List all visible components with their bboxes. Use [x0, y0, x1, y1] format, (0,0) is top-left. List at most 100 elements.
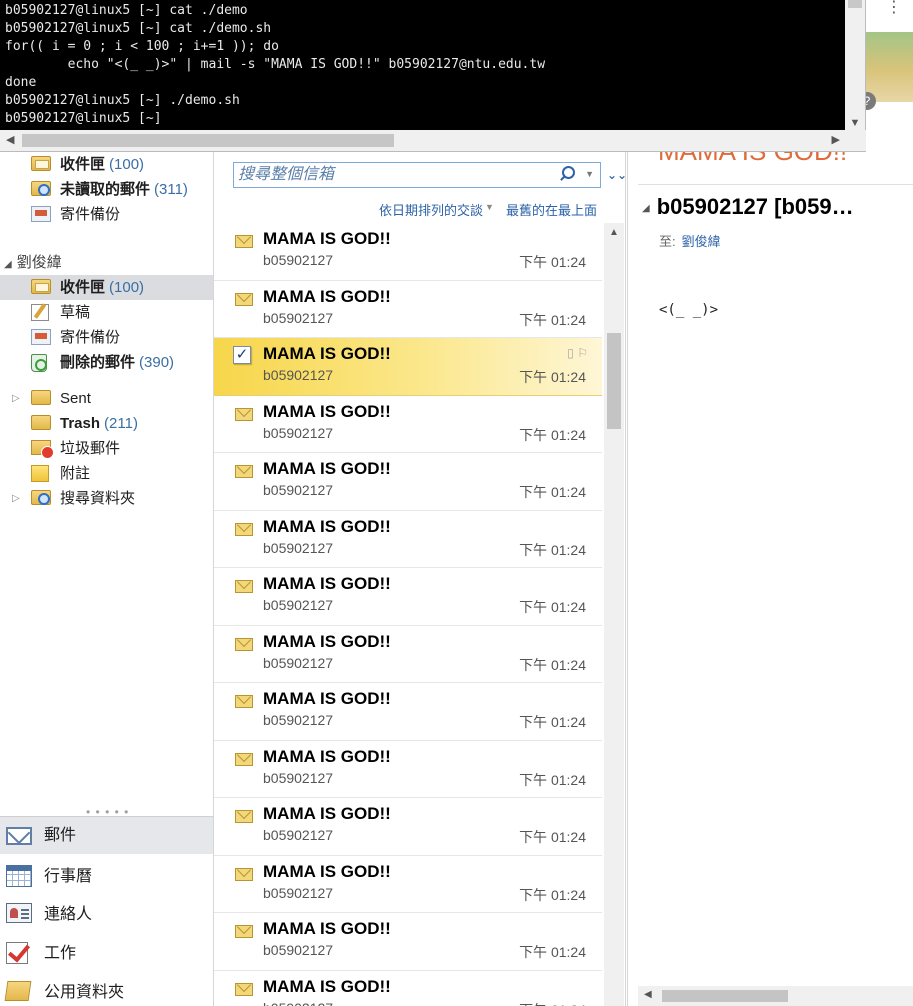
message-row[interactable]: MAMA IS GOD!! b05902127 下午 01:24 — [214, 626, 602, 683]
message-row[interactable]: MAMA IS GOD!! b05902127 下午 01:24 — [214, 223, 602, 281]
search-folder-icon — [31, 490, 51, 507]
expand-arrow-icon[interactable]: ▷ — [12, 386, 20, 411]
folder-label: 垃圾郵件 — [60, 436, 124, 461]
envelope-icon — [235, 580, 253, 593]
search-input[interactable] — [238, 165, 538, 185]
nav-button[interactable]: 工作 — [0, 935, 213, 973]
folder-item[interactable]: 草稿 — [0, 300, 213, 325]
folder-name: 刪除的郵件 — [60, 354, 136, 371]
message-row[interactable]: MAMA IS GOD!! b05902127 下午 01:24 — [214, 971, 602, 1006]
folder-item[interactable]: 垃圾郵件 — [0, 436, 213, 461]
folder-item[interactable]: 收件匣 (100) — [0, 152, 213, 177]
message-sender: b05902127 — [263, 827, 334, 843]
nav-button[interactable]: 行事曆 — [0, 858, 213, 896]
more-options-icon[interactable]: ⋮ — [886, 0, 902, 16]
folder-item[interactable]: ▷ Sent — [0, 386, 213, 411]
folder-item[interactable]: Trash (211) — [0, 411, 213, 436]
message-sender: b05902127 — [263, 1000, 333, 1006]
mail-icon — [6, 824, 32, 848]
terminal-vscroll-thumb[interactable] — [848, 0, 862, 8]
message-row[interactable]: MAMA IS GOD!! b05902127 下午 01:24 — [214, 281, 602, 338]
message-row[interactable]: MAMA IS GOD!! b05902127 下午 01:24 — [214, 741, 602, 798]
folder-label: 搜尋資料夾 — [60, 486, 139, 511]
account-header[interactable]: ◢ 劉俊緯 — [4, 252, 62, 276]
nav-button[interactable]: 郵件 — [0, 816, 213, 854]
envelope-icon — [235, 407, 253, 421]
folder-item[interactable]: ▷ 搜尋資料夾 — [0, 486, 213, 511]
expand-search-chevron-icon[interactable]: ⌄⌄ — [607, 168, 627, 182]
nav-label: 行事曆 — [44, 868, 93, 885]
envelope-icon — [235, 522, 253, 536]
terminal-line: echo "<(_ _)>" | mail -s "MAMA IS GOD!!"… — [5, 57, 546, 72]
sent-items-icon — [31, 206, 51, 223]
scroll-left-icon[interactable]: ◀ — [6, 133, 14, 146]
search-options-dropdown-icon[interactable]: ▼ — [585, 169, 594, 179]
collapse-triangle-icon[interactable]: ◢ — [4, 259, 12, 270]
message-sender: b05902127 — [263, 309, 334, 326]
scroll-right-icon[interactable]: ▶ — [832, 133, 840, 146]
envelope-icon — [235, 982, 253, 996]
message-row[interactable]: MAMA IS GOD!! b05902127 下午 01:24 — [214, 453, 602, 511]
folder-label: 未讀取的郵件 (311) — [60, 177, 188, 202]
folder-item[interactable]: 寄件備份 — [0, 202, 213, 227]
nav-button[interactable]: 公用資料夾 — [0, 974, 213, 1006]
folder-item[interactable]: 寄件備份 — [0, 325, 213, 350]
message-row[interactable]: MAMA IS GOD!! b05902127 下午 01:24 — [214, 396, 602, 453]
folder-item[interactable]: 收件匣 (100) — [0, 275, 213, 300]
account-name: 劉俊緯 — [16, 254, 62, 271]
sort-by-button[interactable]: 依日期排列的交談 — [379, 200, 483, 219]
message-row[interactable]: MAMA IS GOD!! b05902127 下午 01:24 — [214, 913, 602, 971]
message-subject: MAMA IS GOD!! — [263, 689, 391, 708]
envelope-icon — [235, 867, 253, 881]
scroll-left-icon[interactable]: ◀ — [644, 989, 652, 1000]
terminal-vertical-scrollbar[interactable]: ▼ — [845, 0, 865, 131]
message-row[interactable]: MAMA IS GOD!! b05902127 下午 01:24 — [214, 798, 602, 856]
scroll-up-icon[interactable]: ▲ — [609, 227, 619, 238]
message-subject: MAMA IS GOD!! — [263, 459, 391, 478]
sort-dropdown-icon[interactable]: ▼ — [485, 202, 494, 212]
sort-order-button[interactable]: 最舊的在最上面 — [506, 200, 597, 219]
message-subject: MAMA IS GOD!! — [263, 919, 391, 938]
message-row[interactable]: MAMA IS GOD!! b05902127 下午 01:24 — [214, 511, 602, 568]
flag-icon[interactable]: ▯ ⚐ — [567, 346, 588, 360]
divider — [638, 184, 913, 185]
message-row[interactable]: MAMA IS GOD!! b05902127 下午 01:24 — [214, 856, 602, 913]
unread-count: (100) — [109, 279, 145, 296]
message-list-scrollbar[interactable]: ▲ — [604, 223, 624, 1006]
recipient-link[interactable]: 劉俊緯 — [682, 234, 721, 249]
search-box[interactable]: ▼ — [233, 162, 601, 188]
reading-pane-header[interactable]: ◢ b05902127 [b059… — [642, 194, 854, 220]
message-time: 下午 01:24 — [519, 254, 586, 270]
folder-pane: 收件匣 (100) 未讀取的郵件 (311) 寄件備份 ◢ 劉俊緯 收件匣 (100) 草稿寄… — [0, 132, 214, 1006]
sender-name: b05902127 [b059… — [656, 194, 854, 219]
message-rows: MAMA IS GOD!! b05902127 下午 01:24 MAMA IS GO… — [214, 223, 604, 1006]
folder-label: 收件匣 (100) — [60, 275, 144, 300]
checkbox-checked-icon[interactable]: ✓ — [233, 346, 251, 364]
terminal-horizontal-scrollbar[interactable]: ◀ ▶ — [0, 130, 866, 151]
folder-item[interactable]: 未讀取的郵件 (311) — [0, 177, 213, 202]
folder-name: 垃圾郵件 — [60, 440, 121, 457]
terminal-hscroll-thumb[interactable] — [22, 134, 394, 147]
collapse-header-icon[interactable]: ◢ — [642, 203, 650, 214]
reading-pane-horizontal-scrollbar[interactable]: ◀ — [638, 986, 913, 1006]
reading-pane-scroll-thumb[interactable] — [662, 990, 788, 1002]
message-row[interactable]: MAMA IS GOD!! b05902127 下午 01:24 — [214, 568, 602, 626]
expand-arrow-icon[interactable]: ▷ — [12, 486, 20, 511]
terminal-line: b05902127@linux5 [~] cat ./demo.sh — [5, 21, 272, 36]
terminal-window[interactable]: b05902127@linux5 [~] cat ./demo b05902127… — [0, 0, 866, 152]
message-time: 下午 01:24 — [519, 599, 586, 615]
scroll-down-icon[interactable]: ▼ — [845, 117, 865, 129]
folder-item[interactable]: 刪除的郵件 (390) — [0, 350, 213, 375]
search-icon[interactable] — [558, 166, 575, 182]
message-sender: b05902127 — [263, 884, 334, 901]
message-row[interactable]: MAMA IS GOD!! b05902127 下午 01:24 — [214, 683, 602, 741]
terminal-line: for(( i = 0 ; i < 100 ; i+=1 )); do — [5, 39, 279, 54]
search-folder-icon — [31, 181, 51, 198]
folder-name: Sent — [60, 390, 91, 407]
nav-button[interactable]: 連絡人 — [0, 896, 213, 934]
message-list-scroll-thumb[interactable] — [607, 333, 621, 429]
message-list-pane: ▼ ⌄⌄ 依日期排列的交談 ▼ 最舊的在最上面 MAMA IS GOD!! b05… — [214, 132, 627, 1006]
message-row[interactable]: ✓ MAMA IS GOD!! b05902127 下午 01:24 ▯ ⚐ — [214, 338, 602, 396]
background-image-strip: ? — [858, 32, 913, 110]
folder-item[interactable]: 附註 — [0, 461, 213, 486]
